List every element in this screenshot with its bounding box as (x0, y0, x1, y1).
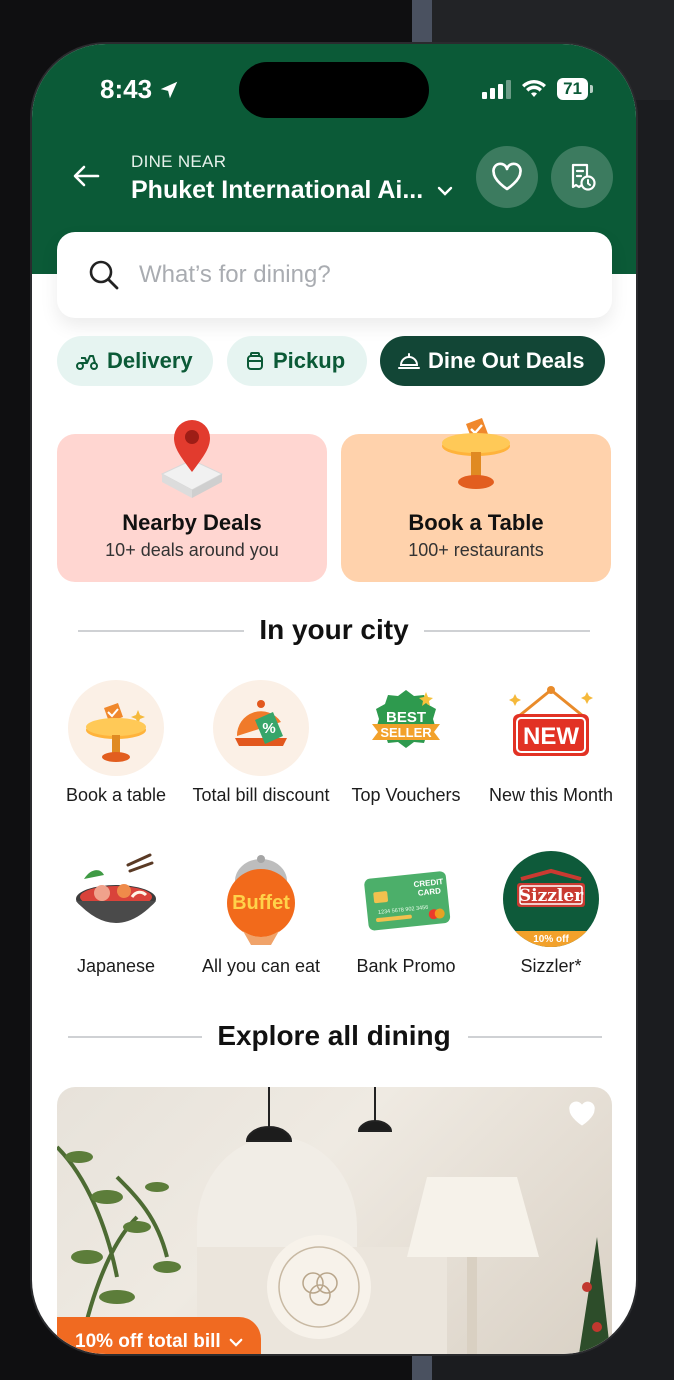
new-sign-icon: NEW (503, 680, 599, 776)
dine-near-label: DINE NEAR (131, 152, 227, 171)
chevron-down-icon (229, 1338, 243, 1347)
category-bank-promo[interactable]: CREDIT CARD 1234 5678 902 3456 Bank Promo (333, 851, 479, 977)
category-label: Japanese (76, 956, 156, 976)
sizzler-logo-icon: Sizzler 10% off (503, 851, 599, 947)
category-label: Sizzler* (520, 956, 582, 976)
best-seller-badge-icon: BEST SELLER (358, 680, 454, 776)
category-all-you-can-eat[interactable]: Buffet All you can eat (188, 851, 334, 977)
chip-label: Delivery (107, 348, 193, 373)
chevron-down-icon (437, 186, 453, 196)
promo-text: 10% off total bill (75, 1331, 221, 1352)
promo-badge[interactable]: 10% off total bill (57, 1317, 261, 1354)
category-total-bill-discount[interactable]: % Total bill discount (188, 680, 334, 806)
location-name: Phuket International Ai... (131, 176, 424, 204)
order-history-button[interactable] (551, 146, 613, 208)
chip-pickup[interactable]: Pickup (227, 336, 367, 386)
category-new-this-month[interactable]: NEW New this Month (478, 680, 624, 806)
chip-label: Pickup (273, 348, 346, 373)
table-booking-icon (68, 680, 164, 776)
category-label: Top Vouchers (351, 785, 461, 805)
badge-text: NEW (523, 723, 579, 750)
badge-text: BEST (386, 709, 426, 726)
map-pin-icon (160, 420, 224, 498)
category-label: All you can eat (201, 956, 321, 976)
cloche-icon (398, 353, 420, 369)
category-label: Bank Promo (356, 956, 456, 976)
category-japanese[interactable]: Japanese (43, 851, 189, 977)
chip-label: Dine Out Deals (428, 348, 585, 373)
badge-text: Buffet (232, 892, 290, 914)
status-time: 8:43 (100, 74, 180, 105)
restaurant-listing-card[interactable]: 10% off total bill (57, 1087, 612, 1354)
category-label: Book a table (65, 785, 167, 805)
book-a-table-card[interactable]: Book a Table 100+ restaurants (341, 418, 611, 582)
scooter-icon (76, 355, 98, 370)
favorites-button[interactable] (476, 146, 538, 208)
divider-line (424, 630, 590, 632)
phone-screen: 8:43 71 DINE NEAR Phuket International A… (32, 44, 636, 1354)
badge-text: SELLER (380, 725, 432, 740)
category-label: Total bill discount (192, 785, 330, 805)
wifi-icon (522, 80, 547, 97)
receipt-clock-icon (571, 163, 596, 191)
chip-delivery[interactable]: Delivery (57, 336, 213, 386)
card-title: Book a Table (408, 510, 544, 535)
heart-icon[interactable] (568, 1101, 596, 1127)
buffet-icon: Buffet (213, 851, 309, 947)
badge-text: 10% off (533, 934, 569, 945)
divider-line (468, 1036, 602, 1038)
badge-text: Sizzler (519, 886, 584, 906)
restaurant-photo (57, 1087, 611, 1354)
heart-icon (492, 162, 522, 191)
hotpot-icon (68, 851, 164, 947)
back-arrow-icon[interactable] (70, 160, 102, 192)
signal-icon (482, 79, 512, 99)
search-input[interactable]: What’s for dining? (57, 232, 612, 318)
table-booking-icon (442, 418, 510, 489)
battery-indicator: 71 (557, 78, 593, 100)
search-placeholder: What’s for dining? (139, 261, 331, 288)
percent-cloche-icon: % (213, 680, 309, 776)
dynamic-island (239, 62, 429, 118)
location-selector[interactable]: Phuket International Ai... (131, 176, 453, 205)
card-subtitle: 10+ deals around you (105, 540, 279, 560)
svg-text:%: % (262, 720, 275, 737)
category-label: New this Month (488, 785, 614, 805)
search-icon (89, 260, 119, 290)
category-book-a-table[interactable]: Book a table (43, 680, 189, 806)
credit-card-icon: CREDIT CARD 1234 5678 902 3456 (358, 851, 454, 947)
category-sizzler[interactable]: Sizzler 10% off Sizzler* (478, 851, 624, 977)
location-arrow-icon (160, 81, 178, 98)
nearby-deals-card[interactable]: Nearby Deals 10+ deals around you (57, 420, 327, 582)
chip-dine-out-deals[interactable]: Dine Out Deals (380, 336, 605, 386)
card-title: Nearby Deals (122, 510, 262, 535)
status-icons: 71 (482, 78, 593, 100)
bag-icon (247, 352, 263, 370)
category-top-vouchers[interactable]: BEST SELLER Top Vouchers (333, 680, 479, 806)
card-subtitle: 100+ restaurants (408, 540, 544, 560)
